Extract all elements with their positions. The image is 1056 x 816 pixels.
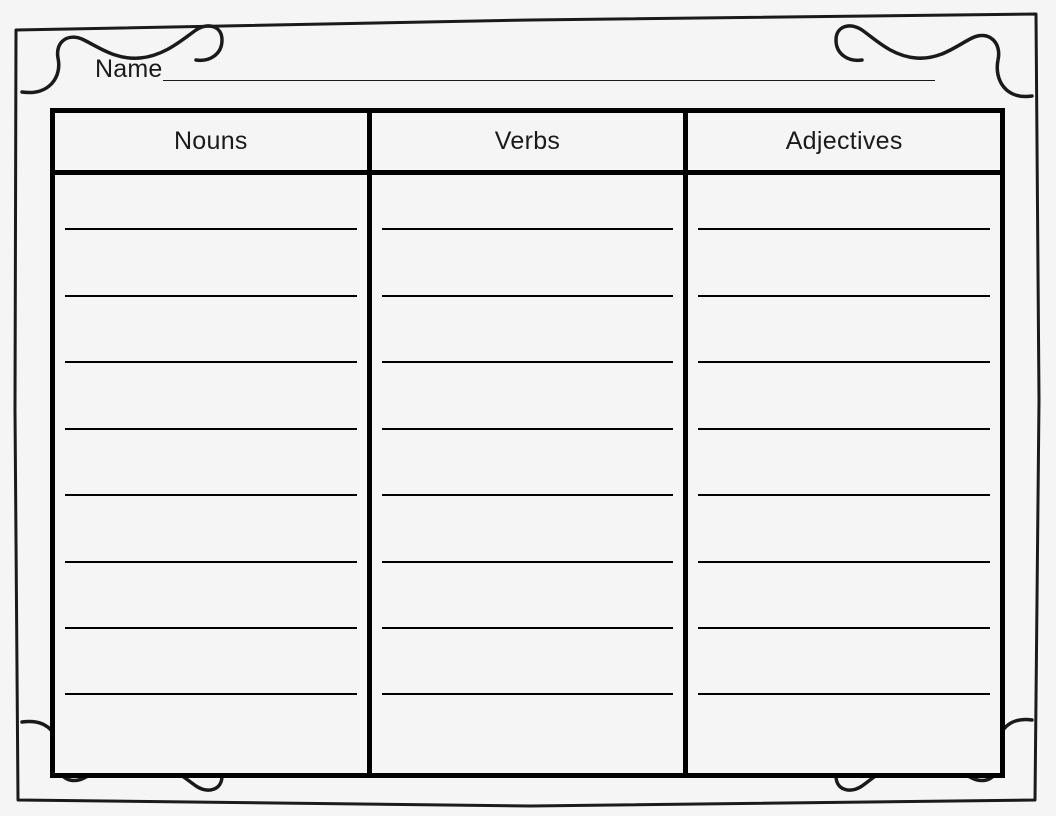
column-header-verbs: Verbs (366, 113, 684, 170)
worksheet-page: Name Nouns Verbs Adjectives (0, 0, 1056, 816)
column-header-label-adjectives: Adjectives (785, 127, 903, 155)
writing-line[interactable] (65, 626, 357, 629)
writing-line[interactable] (698, 693, 991, 696)
table-body-row (55, 175, 1000, 773)
writing-line[interactable] (698, 361, 991, 364)
writing-line[interactable] (381, 494, 674, 497)
writing-line[interactable] (698, 626, 991, 629)
writing-line[interactable] (381, 560, 674, 563)
writing-line[interactable] (698, 560, 991, 563)
writing-line[interactable] (65, 427, 357, 430)
writing-line[interactable] (65, 294, 357, 297)
writing-line[interactable] (381, 361, 674, 364)
column-header-label-verbs: Verbs (494, 127, 561, 155)
name-input-blank[interactable] (162, 80, 935, 81)
table-header-row: Nouns Verbs Adjectives (55, 113, 1000, 175)
name-label: Name (95, 55, 163, 83)
writing-line[interactable] (65, 693, 357, 696)
column-body-adjectives[interactable] (683, 175, 1000, 773)
writing-line[interactable] (698, 427, 991, 430)
column-header-nouns: Nouns (55, 113, 367, 170)
writing-line[interactable] (381, 626, 674, 629)
writing-line[interactable] (381, 294, 674, 297)
writing-line[interactable] (65, 361, 357, 364)
writing-lines-adjectives (698, 175, 991, 773)
writing-line[interactable] (65, 494, 357, 497)
writing-line[interactable] (381, 228, 674, 231)
name-field-row: Name (95, 48, 935, 84)
column-header-adjectives: Adjectives (683, 113, 1000, 170)
writing-lines-nouns (65, 175, 357, 773)
writing-line[interactable] (698, 294, 991, 297)
writing-line[interactable] (698, 228, 991, 231)
writing-line[interactable] (698, 494, 991, 497)
parts-of-speech-table: Nouns Verbs Adjectives (50, 108, 1005, 778)
writing-line[interactable] (381, 427, 674, 430)
writing-line[interactable] (65, 228, 357, 231)
column-body-nouns[interactable] (55, 175, 367, 773)
writing-line[interactable] (381, 693, 674, 696)
writing-lines-verbs (381, 175, 674, 773)
column-body-verbs[interactable] (366, 175, 684, 773)
column-header-label-nouns: Nouns (173, 127, 248, 155)
writing-line[interactable] (65, 560, 357, 563)
